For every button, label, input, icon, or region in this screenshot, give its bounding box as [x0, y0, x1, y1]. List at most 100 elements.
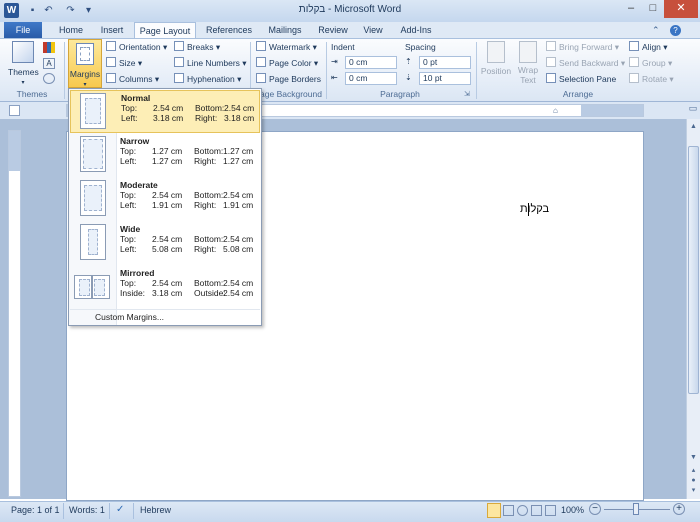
zoom-in-button[interactable]: +	[673, 503, 685, 515]
align-button[interactable]: Align ▾	[629, 41, 668, 54]
tab-add-ins[interactable]: Add-Ins	[396, 22, 436, 38]
option-name: Mirrored	[120, 268, 155, 278]
margin-normal-icon	[80, 93, 106, 129]
group-label-arrange: Arrange	[562, 89, 594, 99]
vertical-scrollbar[interactable]: ▲ ▼ ▴ ● ▾	[686, 119, 700, 499]
hyphenation-button[interactable]: Hyphenation ▾	[174, 73, 241, 86]
size-label: Size	[119, 58, 136, 68]
web-layout-icon[interactable]	[517, 505, 528, 516]
zoom-out-button[interactable]: −	[589, 503, 601, 515]
spacing-label: Spacing	[405, 42, 436, 52]
group-button[interactable]: Group ▾	[629, 57, 672, 70]
zoom-level[interactable]: 100%	[561, 505, 584, 515]
group-label-page-background: age Background	[260, 89, 322, 99]
indent-marker-icon[interactable]: ⌂	[553, 104, 561, 117]
tab-file[interactable]: File	[4, 22, 42, 38]
page-borders-button[interactable]: Page Borders	[256, 73, 321, 86]
indent-right-icon: ⇤	[331, 73, 338, 82]
page-color-label: Page Color	[269, 58, 312, 68]
position-icon	[487, 41, 505, 63]
tab-selector-icon[interactable]	[9, 105, 20, 116]
spacing-before-field[interactable]: 0 pt	[419, 56, 471, 69]
wrap-text-button[interactable]: Wrap Text	[514, 41, 542, 86]
watermark-button[interactable]: Watermark ▾	[256, 41, 317, 54]
align-icon	[629, 41, 639, 51]
margin-option-normal[interactable]: Normal Top: 2.54 cm Bottom:2.54 cm Left: 3.…	[70, 90, 260, 133]
margins-dropdown-menu: Normal Top: 2.54 cm Bottom:2.54 cm Left: 3.…	[68, 88, 262, 326]
margin-option-wide[interactable]: Wide Top: 2.54 cm Bottom:2.54 cm Left: 5.08…	[70, 222, 260, 265]
size-button[interactable]: Size ▾	[106, 57, 142, 70]
tab-mailings[interactable]: Mailings	[262, 22, 308, 38]
vertical-ruler[interactable]	[8, 130, 21, 497]
page-count[interactable]: Page: 1 of 1	[11, 505, 60, 515]
send-backward-button[interactable]: Send Backward ▾	[546, 57, 625, 70]
position-button[interactable]: Position	[480, 41, 512, 86]
bring-forward-icon	[546, 41, 556, 51]
rotate-button[interactable]: Rotate ▾	[629, 73, 674, 86]
indent-right-field[interactable]: 0 cm	[345, 72, 397, 85]
bring-forward-label: Bring Forward	[559, 42, 613, 52]
scrollbar-thumb[interactable]	[688, 146, 699, 394]
tab-review[interactable]: Review	[314, 22, 352, 38]
send-backward-label: Send Backward	[559, 58, 619, 68]
margin-option-moderate[interactable]: Moderate Top: 2.54 cm Bottom:2.54 cm Left:…	[70, 178, 260, 221]
wrap-text-label-2: Text	[520, 75, 536, 85]
language-indicator[interactable]: Hebrew	[140, 505, 171, 515]
breaks-button[interactable]: Breaks ▾	[174, 41, 220, 54]
position-label: Position	[480, 66, 512, 76]
option-name: Narrow	[120, 136, 150, 146]
spacing-before-icon: ⇡	[405, 57, 412, 66]
proofing-icon[interactable]: ✓	[116, 504, 128, 516]
word-count[interactable]: Words: 1	[69, 505, 105, 515]
send-backward-icon	[546, 57, 556, 67]
margins-button[interactable]: Margins ▾	[68, 39, 102, 88]
outline-view-icon[interactable]	[531, 505, 542, 516]
title-bar: W ▪ ↶ ↷ ▾ בקלות - Microsoft Word – □ ✕	[0, 0, 700, 22]
themes-icon	[12, 41, 34, 63]
tab-view[interactable]: View	[358, 22, 388, 38]
tab-references[interactable]: References	[202, 22, 256, 38]
maximize-button[interactable]: □	[642, 0, 664, 18]
themes-button[interactable]: Themes ▾	[8, 41, 39, 86]
document-text[interactable]: בקלות	[520, 203, 549, 215]
full-screen-reading-icon[interactable]	[503, 505, 514, 516]
spacing-after-field[interactable]: 10 pt	[419, 72, 471, 85]
help-icon[interactable]: ?	[670, 25, 681, 36]
view-ruler-icon[interactable]: ▭	[686, 103, 700, 117]
tab-insert[interactable]: Insert	[94, 22, 130, 38]
minimize-ribbon-icon[interactable]: ⌃	[652, 25, 660, 36]
hyphenation-label: Hyphenation	[187, 74, 235, 84]
columns-button[interactable]: Columns ▾	[106, 73, 159, 86]
scroll-up-icon[interactable]: ▲	[688, 121, 699, 132]
margin-option-mirrored[interactable]: Mirrored Top: 2.54 cm Bottom:2.54 cm Insid…	[70, 266, 260, 309]
bring-forward-button[interactable]: Bring Forward ▾	[546, 41, 619, 54]
print-layout-view-icon[interactable]	[487, 503, 501, 518]
margin-mirrored-icon	[74, 275, 92, 299]
zoom-slider-thumb[interactable]	[633, 503, 639, 515]
theme-colors-icon[interactable]	[43, 42, 55, 53]
custom-margins-item[interactable]: Custom Margins...	[70, 309, 260, 325]
theme-fonts-icon[interactable]: A	[43, 58, 55, 69]
next-page-icon[interactable]: ▾	[688, 485, 699, 496]
page-borders-label: Page Borders	[269, 74, 321, 84]
selection-pane-button[interactable]: Selection Pane	[546, 73, 616, 86]
group-icon	[629, 57, 639, 67]
tab-page-layout[interactable]: Page Layout	[134, 22, 196, 38]
scroll-down-icon[interactable]: ▼	[688, 452, 699, 463]
draft-view-icon[interactable]	[545, 505, 556, 516]
wrap-text-label-1: Wrap	[517, 65, 539, 75]
indent-left-field[interactable]: 0 cm	[345, 56, 397, 69]
breaks-icon	[174, 41, 184, 51]
page-color-button[interactable]: Page Color ▾	[256, 57, 318, 70]
line-numbers-button[interactable]: Line Numbers ▾	[174, 57, 247, 70]
close-button[interactable]: ✕	[664, 0, 698, 18]
theme-effects-icon[interactable]	[43, 73, 55, 84]
themes-label: Themes	[8, 67, 39, 77]
minimize-button[interactable]: –	[620, 0, 642, 18]
paragraph-dialog-launcher-icon[interactable]: ⇲	[464, 90, 470, 98]
selection-pane-label: Selection Pane	[559, 74, 617, 84]
tab-home[interactable]: Home	[54, 22, 88, 38]
margin-option-narrow[interactable]: Narrow Top: 1.27 cm Bottom:1.27 cm Left: 1.…	[70, 134, 260, 177]
orientation-button[interactable]: Orientation ▾	[106, 41, 167, 54]
selection-pane-icon	[546, 73, 556, 83]
